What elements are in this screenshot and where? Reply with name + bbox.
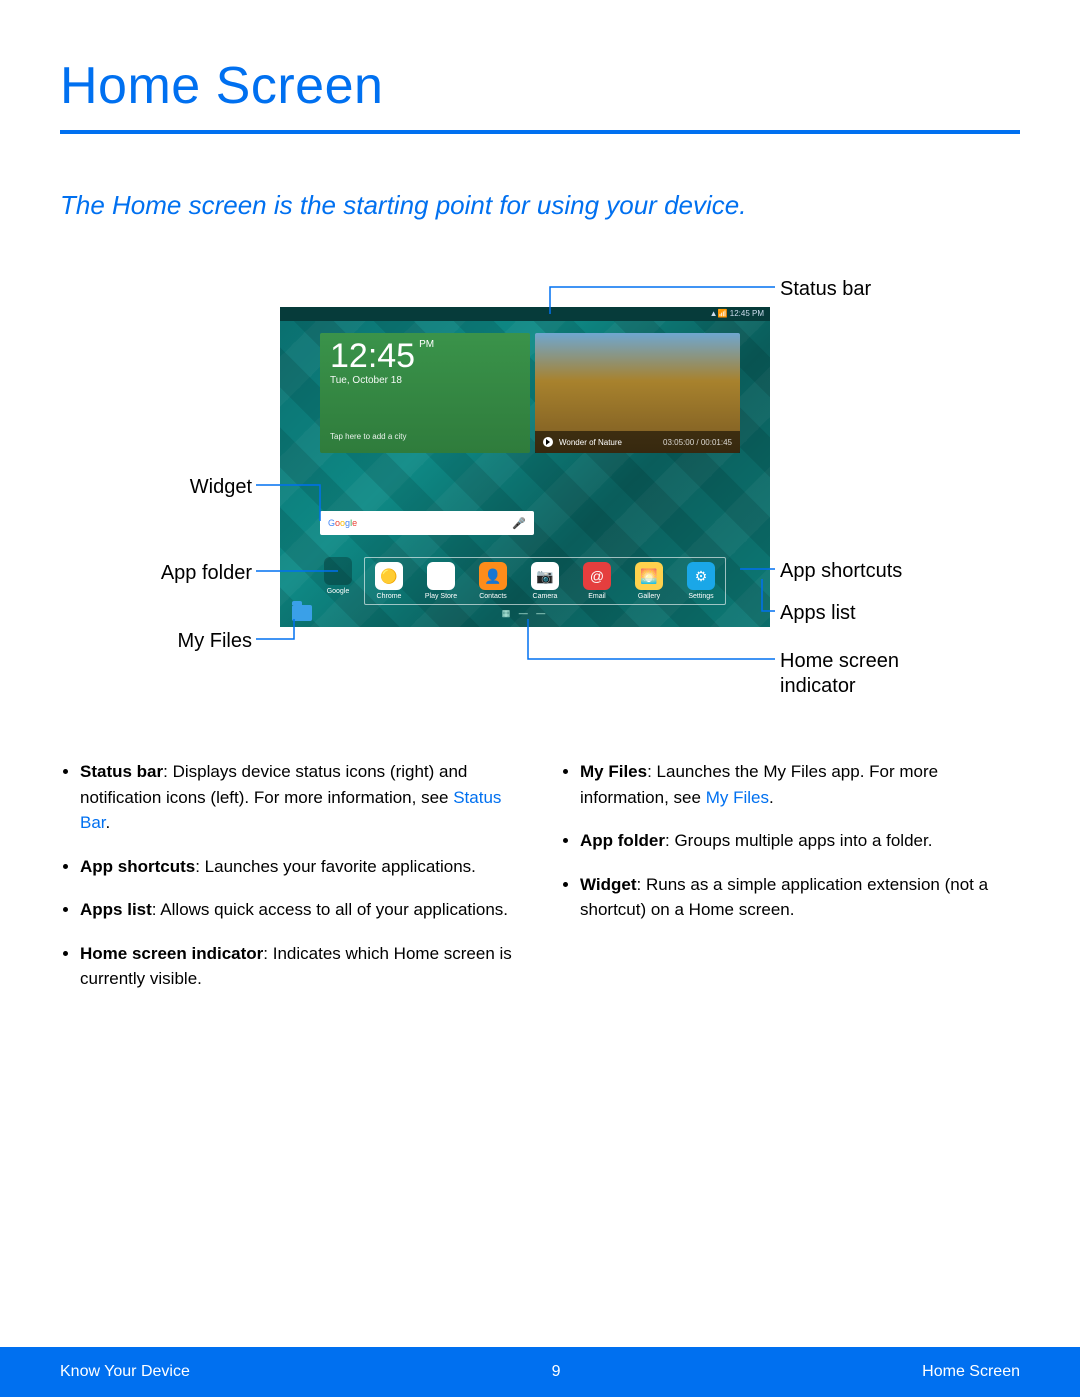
page-subtitle: The Home screen is the starting point fo… [60, 190, 1020, 221]
tablet-status-bar: ▲📶 12:45 PM [280, 307, 770, 321]
list-item: Home screen indicator: Indicates which H… [80, 941, 520, 992]
link-my-files[interactable]: My Files [706, 788, 769, 807]
app-label: Camera [527, 593, 563, 600]
callout-widget: Widget [172, 475, 252, 500]
my-files-icon [292, 605, 312, 621]
left-column: Status bar: Displays device status icons… [60, 759, 520, 1010]
bullet-columns: Status bar: Displays device status icons… [60, 759, 1020, 1010]
clock-city-hint: Tap here to add a city [330, 432, 520, 441]
list-item: Widget: Runs as a simple application ext… [580, 872, 1020, 923]
app-playstore: ▶Play Store [423, 562, 459, 600]
diagram: Status bar Widget App folder My Files Ap… [60, 259, 1020, 719]
home-indicator-dots: ▦ — — [502, 608, 549, 619]
app-gallery: 🌅Gallery [631, 562, 667, 600]
app-folder-google: Google [320, 557, 356, 595]
callout-apps-list: Apps list [780, 601, 856, 626]
app-label: Play Store [423, 593, 459, 600]
app-label: Chrome [371, 593, 407, 600]
footer-page-number: 9 [552, 1363, 561, 1381]
page-footer: Know Your Device 9 Home Screen [0, 1347, 1080, 1397]
photo-title: Wonder of Nature [559, 438, 622, 447]
right-column: My Files: Launches the My Files app. For… [560, 759, 1020, 1010]
tablet-mock: ▲📶 12:45 PM 12:45 PM Tue, October 18 Tap … [280, 307, 770, 627]
clock-time: 12:45 [330, 337, 415, 375]
list-item: App shortcuts: Launches your favorite ap… [80, 854, 520, 880]
footer-left: Know Your Device [60, 1363, 190, 1381]
app-chrome: 🟡Chrome [371, 562, 407, 600]
callout-app-shortcuts: App shortcuts [780, 559, 902, 584]
title-rule [60, 130, 1020, 134]
app-contacts: 👤Contacts [475, 562, 511, 600]
app-camera: 📷Camera [527, 562, 563, 600]
photo-counter: 03:05:00 / 00:01:45 [663, 438, 732, 447]
clock-widget: 12:45 PM Tue, October 18 Tap here to add … [320, 333, 530, 453]
app-label: Email [579, 593, 615, 600]
app-label: Contacts [475, 593, 511, 600]
google-logo: Google [328, 518, 357, 528]
app-label: Settings [683, 593, 719, 600]
list-item: My Files: Launches the My Files app. For… [580, 759, 1020, 810]
callout-home-indicator: Home screen indicator [780, 649, 940, 699]
play-icon [543, 437, 553, 447]
page-title: Home Screen [60, 56, 1020, 116]
list-item: App folder: Groups multiple apps into a … [580, 828, 1020, 854]
app-settings: ⚙Settings [683, 562, 719, 600]
footer-right: Home Screen [922, 1363, 1020, 1381]
app-shortcuts-box: 🟡Chrome ▶Play Store 👤Contacts 📷Camera @E… [364, 557, 726, 605]
callout-status-bar: Status bar [780, 277, 871, 302]
mic-icon: 🎤 [512, 517, 526, 530]
photo-widget: Wonder of Nature 03:05:00 / 00:01:45 [535, 333, 740, 453]
google-search-widget: Google 🎤 [320, 511, 534, 535]
folder-label: Google [320, 588, 356, 595]
app-email: @Email [579, 562, 615, 600]
callout-my-files: My Files [164, 629, 252, 654]
list-item: Apps list: Allows quick access to all of… [80, 897, 520, 923]
app-label: Gallery [631, 593, 667, 600]
callout-app-folder: App folder [142, 561, 252, 586]
clock-date: Tue, October 18 [330, 375, 520, 386]
clock-ampm: PM [419, 339, 434, 350]
dock: Google 🟡Chrome ▶Play Store 👤Contacts 📷Ca… [320, 557, 726, 605]
list-item: Status bar: Displays device status icons… [80, 759, 520, 836]
